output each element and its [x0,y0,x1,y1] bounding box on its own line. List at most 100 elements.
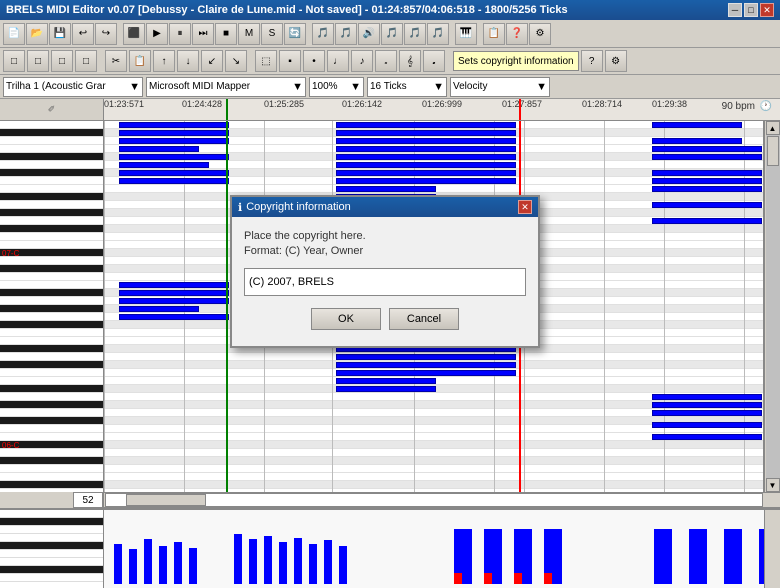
dr-btn[interactable]: ↘ [225,50,247,72]
note-block-27 [119,282,229,288]
down-btn[interactable]: ↓ [177,50,199,72]
piano-key-31 [0,369,103,377]
title-bar: BRELS MIDI Editor v0.07 [Debussy - Clair… [0,0,780,20]
ruler-mark-5: 01:27:857 [502,99,542,109]
up-btn[interactable]: ↑ [153,50,175,72]
note-block-30 [119,306,199,312]
vel-bar-rb-3 [544,529,552,584]
dialog-ok-btn[interactable]: OK [311,308,381,330]
track-dropdown[interactable]: Trilha 1 (Acoustic Grar ▼ [3,77,143,97]
velocity-dropdown[interactable]: Velocity ▼ [450,77,550,97]
circle-btn[interactable]: • [303,50,325,72]
ruler-marks: 01:23:571 01:24:428 01:25:285 01:26:142 … [104,99,780,120]
select3-btn[interactable]: □ [51,50,73,72]
cut-btn[interactable]: ✂ [105,50,127,72]
pause-btn[interactable]: ⏸ [169,23,191,45]
stop-btn[interactable]: ⬛ [123,23,145,45]
note3-btn[interactable]: 𝅗 [375,50,397,72]
solo-btn[interactable]: S [261,23,283,45]
loop-btn[interactable]: 🔄 [284,23,306,45]
piano-key-41 [0,449,103,457]
note1-btn[interactable]: ♩ [327,50,349,72]
dialog-cancel-btn[interactable]: Cancel [389,308,459,330]
note-block-18 [652,122,742,128]
undo-btn[interactable]: ↩ [72,23,94,45]
ruler-mark-2: 01:25:285 [264,99,304,109]
settings-btn[interactable]: ⚙ [529,23,551,45]
midi-btn3[interactable]: 🎵 [381,23,403,45]
midi-btn5[interactable]: 🎵 [427,23,449,45]
dl-btn[interactable]: ↙ [201,50,223,72]
scroll-down-btn[interactable]: ▼ [766,478,780,492]
bpm-label: 90 bpm [722,101,755,112]
scroll-thumb[interactable] [767,136,779,166]
scroll-up-btn[interactable]: ▲ [766,121,780,135]
dialog-title-bar: ℹ Copyright information ✕ [232,197,538,217]
bottom-piano [0,510,104,588]
vol-btn[interactable]: 🔊 [358,23,380,45]
note-block-6 [119,170,229,176]
controls-row: Trilha 1 (Acoustic Grar ▼ Microsoft MIDI… [0,75,780,99]
vel-bar-rb-0 [454,529,462,584]
select2-btn[interactable]: □ [27,50,49,72]
bottom-piano-row-1 [0,518,103,526]
help-btn[interactable]: ❓ [506,23,528,45]
ruler-mark-7: 01:29:38 [652,99,687,109]
minimize-button[interactable]: ─ [728,3,742,17]
bottom-vscroll[interactable] [764,510,780,588]
scroll-track[interactable] [766,135,780,478]
select4-btn[interactable]: □ [75,50,97,72]
note4-btn[interactable]: 𝄞 [399,50,421,72]
note-block-38 [336,370,516,376]
piano-key-18 [0,265,103,273]
piano-key-4 [0,153,103,161]
vertical-scrollbar[interactable]: ▲ ▼ [764,121,780,492]
save-btn[interactable]: 💾 [49,23,71,45]
midi-btn2[interactable]: 🎵 [335,23,357,45]
note2-btn[interactable]: ♪ [351,50,373,72]
midi-mapper-dropdown[interactable]: Microsoft MIDI Mapper ▼ [146,77,306,97]
midi-btn1[interactable]: 🎵 [312,23,334,45]
maximize-button[interactable]: □ [744,3,758,17]
close-button[interactable]: ✕ [760,3,774,17]
copyright-input[interactable] [244,268,526,296]
piano-key-35 [0,401,103,409]
fwd-btn[interactable]: ⏭ [192,23,214,45]
hscroll-thumb[interactable] [126,494,206,506]
note-block-44 [652,422,762,428]
playhead-green [226,99,228,120]
ticks-dropdown[interactable]: 16 Ticks ▼ [367,77,447,97]
redo-btn[interactable]: ↪ [95,23,117,45]
note-block-20 [652,146,762,152]
note5-btn[interactable]: 𝅘 [423,50,445,72]
zoom-dropdown[interactable]: 100% ▼ [309,77,364,97]
piano-key-1 [0,129,103,137]
piano-btn[interactable]: 🎹 [455,23,477,45]
mute-btn[interactable]: M [238,23,260,45]
note-block-28 [119,290,229,296]
note-block-37 [336,362,516,368]
select-btn[interactable]: □ [3,50,25,72]
midi-btn4[interactable]: 🎵 [404,23,426,45]
copy-btn[interactable]: 📋 [129,50,151,72]
hscroll-bar[interactable] [105,493,763,507]
stop2-btn[interactable]: ■ [215,23,237,45]
bottom-velocity-area[interactable] [104,510,764,588]
piano-key-44 [0,473,103,481]
help2-btn[interactable]: ? [581,50,603,72]
settings2-btn[interactable]: ⚙ [605,50,627,72]
bottom-piano-row-4 [0,542,103,550]
piano-key-38 [0,425,103,433]
dialog-close-btn[interactable]: ✕ [518,200,532,214]
note-block-13 [336,162,516,168]
piano-key-14 [0,233,103,241]
velocity-bar-13 [339,546,347,584]
piano-key-39 [0,433,103,441]
grid-btn[interactable]: ⬚ [255,50,277,72]
info-btn[interactable]: 📋 [483,23,505,45]
dot-btn[interactable]: ▪ [279,50,301,72]
open-btn[interactable]: 📂 [26,23,48,45]
play-btn[interactable]: ▶ [146,23,168,45]
velocity-bar-3 [159,546,167,584]
new-file-btn[interactable]: 📄 [3,23,25,45]
